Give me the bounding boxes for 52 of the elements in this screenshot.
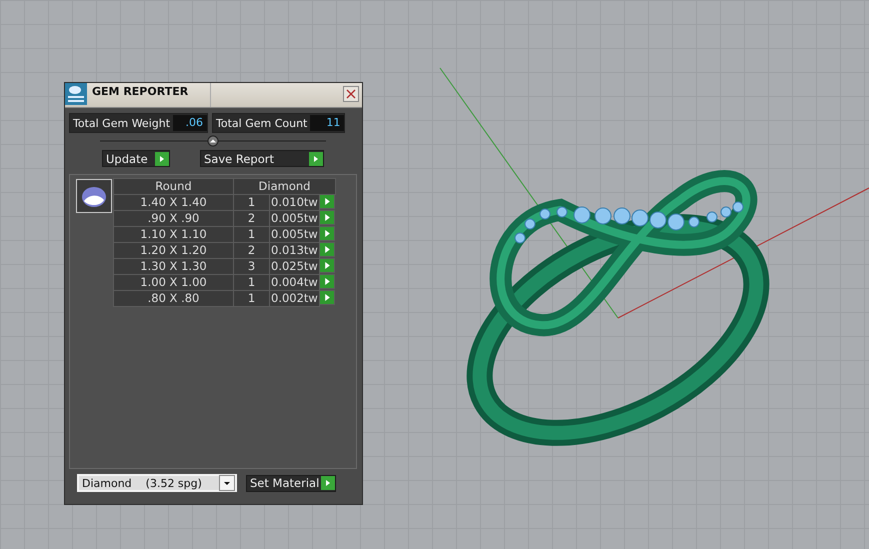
count-cell: 1 (233, 194, 270, 211)
count-cell: 1 (233, 274, 270, 291)
material-dropdown[interactable]: Diamond (3.52 spg) (77, 474, 237, 492)
row-action-button[interactable] (319, 242, 335, 257)
total-label: Total Gem Weight (72, 116, 172, 130)
weight-cell: 0.010tw (269, 194, 320, 211)
size-cell: .90 X .90 (113, 210, 234, 227)
total-label: Total Gem Count (215, 116, 308, 130)
window-title: GEM REPORTER (87, 83, 211, 107)
play-arrow-icon (324, 214, 330, 221)
count-cell: 2 (233, 210, 270, 227)
total-value: 11 (310, 115, 344, 131)
size-cell: 1.40 X 1.40 (113, 194, 234, 211)
close-button[interactable] (343, 86, 359, 102)
count-cell: 3 (233, 258, 270, 275)
close-icon (346, 89, 356, 99)
total-value: .06 (173, 115, 208, 131)
row-action-button[interactable] (319, 258, 335, 273)
action-button[interactable]: Update (102, 150, 170, 167)
play-arrow-icon (324, 198, 330, 205)
action-button[interactable]: Save Report (200, 150, 324, 167)
splitter-handle-icon[interactable] (100, 135, 326, 147)
size-cell: 1.00 X 1.00 (113, 274, 234, 291)
weight-cell: 0.025tw (269, 258, 320, 275)
weight-cell: 0.005tw (269, 226, 320, 243)
row-action-button[interactable] (319, 194, 335, 209)
size-cell: .80 X .80 (113, 290, 234, 307)
count-cell: 1 (233, 226, 270, 243)
play-arrow-icon (324, 278, 330, 285)
size-cell: 1.10 X 1.10 (113, 226, 234, 243)
weight-cell: 0.005tw (269, 210, 320, 227)
weight-cell: 0.013tw (269, 242, 320, 259)
column-header: Round (113, 178, 234, 195)
count-cell: 1 (233, 290, 270, 307)
dropdown-caret-icon (219, 475, 235, 491)
play-arrow-icon (324, 246, 330, 253)
weight-cell: 0.004tw (269, 274, 320, 291)
play-arrow-icon (324, 294, 330, 301)
report-icon (65, 83, 87, 105)
row-action-button[interactable] (319, 290, 335, 305)
count-cell: 2 (233, 242, 270, 259)
size-cell: 1.30 X 1.30 (113, 258, 234, 275)
play-arrow-icon (324, 230, 330, 237)
play-arrow-icon (324, 262, 330, 269)
column-header: Diamond (233, 178, 336, 195)
row-action-button[interactable] (319, 226, 335, 241)
size-cell: 1.20 X 1.20 (113, 242, 234, 259)
gem-icon (76, 179, 112, 213)
row-action-button[interactable] (319, 274, 335, 289)
weight-cell: 0.002tw (269, 290, 320, 307)
set-material-button[interactable]: Set Material (246, 474, 336, 492)
row-action-button[interactable] (319, 210, 335, 225)
